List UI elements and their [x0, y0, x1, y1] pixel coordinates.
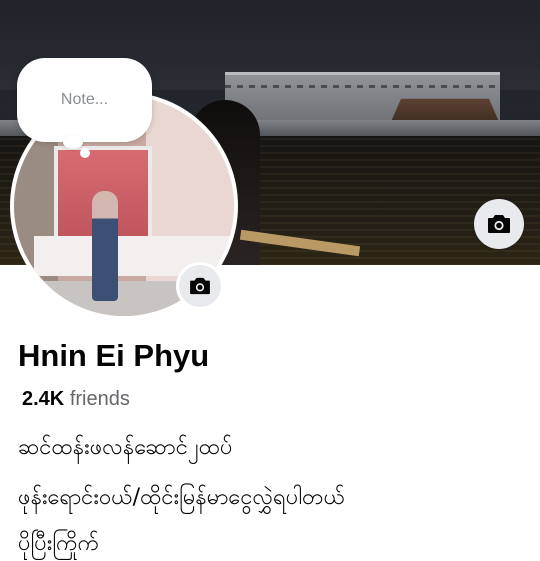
profile-name: Hnin Ei Phyu	[18, 338, 210, 373]
note-placeholder: Note...	[60, 91, 109, 108]
friends-count-link[interactable]: 2.4K friends	[22, 388, 130, 411]
bio-line-2: ဖုန်းရောင်းဝယ်/ထိုင်းမြန်မာငွေလွှဲရပါတယ်	[18, 485, 345, 510]
friends-count: 2.4K	[22, 388, 65, 410]
avatar-figure	[92, 191, 118, 301]
note-bubble-tail	[63, 135, 83, 149]
note-bubble[interactable]: Note...	[17, 58, 152, 142]
edit-cover-photo-button[interactable]	[474, 199, 524, 249]
bio-line-3: ပိုပြီးကြိုက်	[18, 531, 100, 556]
edit-profile-picture-button[interactable]	[176, 262, 224, 310]
camera-icon	[190, 277, 210, 295]
bio-line-1: ဆင်ထန်းဖလန်ဆောင်၂ထပ်	[18, 435, 233, 460]
friends-label: friends	[69, 388, 130, 410]
note-bubble-tail-dot	[80, 148, 90, 158]
camera-icon	[488, 215, 510, 233]
